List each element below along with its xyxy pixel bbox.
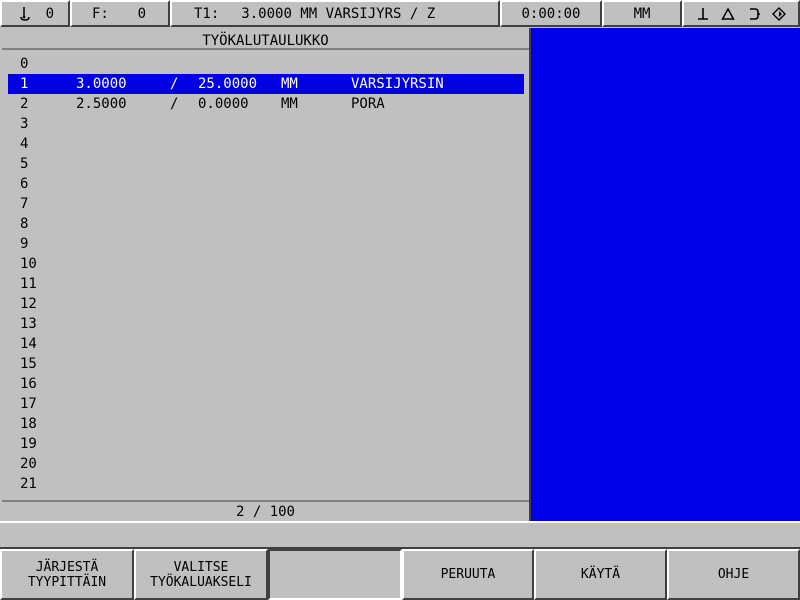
softkey-label: VALITSE <box>173 559 229 575</box>
tool-unit: MM <box>281 76 298 92</box>
tool-number: 21 <box>20 476 37 492</box>
use-button[interactable]: KÄYTÄ <box>534 549 667 600</box>
delta-icon <box>719 5 737 23</box>
tool-number: 19 <box>20 436 37 452</box>
cancel-button[interactable]: PERUUTA <box>402 549 534 600</box>
graphic-pane <box>531 28 800 521</box>
table-row[interactable]: 21 <box>8 474 524 494</box>
empty-softkey[interactable] <box>268 549 402 600</box>
tool-number: 6 <box>20 176 29 192</box>
tool-number: 0 <box>20 56 29 72</box>
softkey-label: KÄYTÄ <box>580 567 621 582</box>
tool-separator: / <box>170 96 179 112</box>
table-title: TYÖKALUTAULUKKO <box>2 30 529 50</box>
spindle-value: 0 <box>45 5 54 22</box>
table-row[interactable]: 0 <box>8 54 524 74</box>
softkey-label: JÄRJESTÄ <box>35 559 99 575</box>
tool-info: 3.0000 MM VARSIJYRS / Z <box>241 5 436 22</box>
status-bar: 0 F: 0 T1: 3.0000 MM VARSIJYRS / Z 0:00:… <box>0 0 800 28</box>
table-row[interactable]: 6 <box>8 174 524 194</box>
tool-number: 9 <box>20 236 29 252</box>
table-row[interactable]: 8 <box>8 214 524 234</box>
table-row[interactable]: 20 <box>8 454 524 474</box>
tool-number: 15 <box>20 356 37 372</box>
tool-list: 0 1 3.0000 / 25.0000 MM VARSIJYRSIN 2 2.5000 / 0.0… <box>8 54 524 494</box>
help-button[interactable]: OHJE <box>667 549 800 600</box>
datum-icon <box>694 5 712 23</box>
tool-number: 10 <box>20 256 37 272</box>
tool-number: 3 <box>20 116 29 132</box>
tool-number: 17 <box>20 396 37 412</box>
table-row[interactable]: 9 <box>8 234 524 254</box>
tool-number: 8 <box>20 216 29 232</box>
table-row[interactable]: 15 <box>8 354 524 374</box>
table-row[interactable]: 11 <box>8 274 524 294</box>
tool-label: T1: <box>194 5 220 22</box>
select-tool-axis-button[interactable]: VALITSE TYÖKALUAKSELI <box>134 549 268 600</box>
tool-type: VARSIJYRSIN <box>351 76 444 92</box>
table-row[interactable]: 16 <box>8 374 524 394</box>
bracket-icon <box>745 5 763 23</box>
table-row[interactable]: 5 <box>8 154 524 174</box>
tool-status: T1: 3.0000 MM VARSIJYRS / Z <box>170 0 500 27</box>
tool-number: 16 <box>20 376 37 392</box>
table-row[interactable]: 13 <box>8 314 524 334</box>
sort-by-type-button[interactable]: JÄRJESTÄ TYYPITTÄIN <box>0 549 134 600</box>
feed-label: F: <box>92 5 109 22</box>
feed-value: 0 <box>137 5 146 22</box>
feed-status: F: 0 <box>70 0 170 27</box>
table-row[interactable]: 4 <box>8 134 524 154</box>
tool-length: 25.0000 <box>198 76 258 92</box>
softkey-label: TYÖKALUAKSELI <box>150 574 252 590</box>
table-pager: 2 / 100 <box>2 500 529 521</box>
unit-status: MM <box>602 0 682 27</box>
tool-number: 18 <box>20 416 37 432</box>
unit-value: MM <box>633 5 651 22</box>
softkey-label: OHJE <box>717 567 750 582</box>
table-row[interactable]: 7 <box>8 194 524 214</box>
tool-number: 20 <box>20 456 37 472</box>
tool-number: 7 <box>20 196 29 212</box>
tool-number: 14 <box>20 336 37 352</box>
tool-diameter: 3.0000 <box>76 76 127 92</box>
table-row[interactable]: 19 <box>8 434 524 454</box>
tool-number: 5 <box>20 156 29 172</box>
message-line <box>0 521 800 549</box>
spindle-icon <box>16 5 34 23</box>
softkey-bar: JÄRJESTÄ TYYPITTÄIN VALITSE TYÖKALUAKSEL… <box>0 549 800 600</box>
tool-number: 11 <box>20 276 37 292</box>
diamond-icon <box>770 5 788 23</box>
table-row[interactable]: 2 2.5000 / 0.0000 MM PORA <box>8 94 524 114</box>
tool-diameter: 2.5000 <box>76 96 127 112</box>
tool-length: 0.0000 <box>198 96 249 112</box>
tool-number: 4 <box>20 136 29 152</box>
tool-number: 13 <box>20 316 37 332</box>
tool-unit: MM <box>281 96 298 112</box>
table-row[interactable]: 10 <box>8 254 524 274</box>
table-row[interactable]: 18 <box>8 414 524 434</box>
selected-table-row[interactable]: 1 3.0000 / 25.0000 MM VARSIJYRSIN <box>8 74 524 94</box>
table-row[interactable]: 17 <box>8 394 524 414</box>
mode-icons <box>682 0 800 27</box>
softkey-label: TYYPITTÄIN <box>27 574 107 590</box>
table-row[interactable]: 12 <box>8 294 524 314</box>
tool-number: 2 <box>20 96 29 112</box>
tool-table-panel: TYÖKALUTAULUKKO 0 1 3.0000 / 25.0000 MM VARSIJ… <box>0 28 531 521</box>
table-row[interactable]: 3 <box>8 114 524 134</box>
timer-status: 0:00:00 <box>500 0 602 27</box>
softkey-label: PERUUTA <box>440 567 496 582</box>
timer-value: 0:00:00 <box>521 5 581 22</box>
tool-type: PORA <box>351 96 385 112</box>
tool-separator: / <box>170 76 179 92</box>
tool-number: 1 <box>20 76 29 92</box>
spindle-status: 0 <box>0 0 70 27</box>
table-row[interactable]: 14 <box>8 334 524 354</box>
tool-number: 12 <box>20 296 37 312</box>
